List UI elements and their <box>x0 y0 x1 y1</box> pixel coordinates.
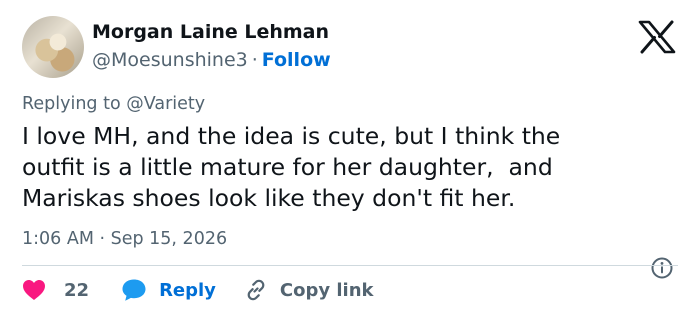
action-bar: 22 Reply Copy link <box>22 276 374 304</box>
tweet-line: outfit is a little mature for her daught… <box>22 153 553 181</box>
reply-label: Reply <box>159 279 216 301</box>
replying-prefix: Replying to <box>22 94 127 114</box>
tweet-line: Mariskas shoes look like they don't fit … <box>22 184 516 212</box>
like-button[interactable]: 22 <box>22 279 89 301</box>
divider <box>22 265 678 266</box>
handle-separator: · <box>251 49 258 71</box>
avatar[interactable] <box>22 16 84 78</box>
tweet-embed-card: Morgan Laine Lehman @Moesunshine3 · Follow… <box>0 0 700 318</box>
reply-button[interactable]: Reply <box>121 278 216 302</box>
copy-link-label: Copy link <box>279 279 374 301</box>
link-icon <box>247 279 265 301</box>
tweet-timestamp[interactable]: 1:06 AM · Sep 15, 2026 <box>22 229 227 249</box>
author-name[interactable]: Morgan Laine Lehman <box>92 21 329 43</box>
author-handle[interactable]: @Moesunshine3 <box>92 49 248 71</box>
follow-button[interactable]: Follow <box>262 49 331 71</box>
replying-mention[interactable]: @Variety <box>126 94 205 114</box>
author-handle-row: @Moesunshine3 · Follow <box>92 49 331 71</box>
tweet-line: I love MH, and the idea is cute, but I t… <box>22 122 561 150</box>
heart-icon <box>23 280 45 300</box>
speech-bubble-icon <box>122 279 146 301</box>
copy-link-button[interactable]: Copy link <box>244 278 374 302</box>
replying-to-line: Replying to @Variety <box>22 94 205 114</box>
like-count: 22 <box>64 279 90 301</box>
tweet-text: I love MH, and the idea is cute, but I t… <box>22 121 662 214</box>
info-icon[interactable] <box>650 256 674 280</box>
x-logo-icon[interactable] <box>636 20 678 54</box>
